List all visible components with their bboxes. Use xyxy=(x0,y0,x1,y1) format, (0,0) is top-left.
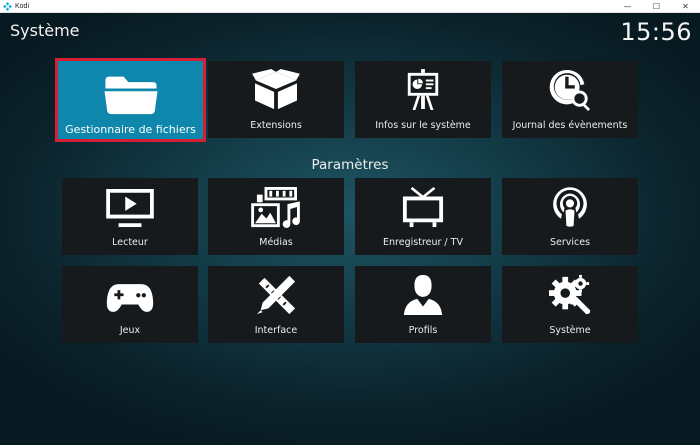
tile-services[interactable]: Services xyxy=(502,178,638,255)
user-icon xyxy=(403,274,443,316)
minimize-button[interactable]: — xyxy=(613,0,642,13)
gears-icon xyxy=(549,274,591,315)
tile-system-info[interactable]: Infos sur le système xyxy=(355,61,491,138)
gamepad-icon xyxy=(106,284,154,312)
media-library-icon xyxy=(251,187,300,228)
tile-system[interactable]: Système xyxy=(502,266,638,343)
settings-section-title: Paramètres xyxy=(311,157,389,173)
tile-extensions[interactable]: Extensions xyxy=(208,61,344,138)
retro-tv-icon xyxy=(402,186,444,228)
kodi-logo-icon xyxy=(3,2,12,11)
tile-label: Enregistreur / TV xyxy=(383,237,463,248)
tile-event-log[interactable]: Journal des évènements xyxy=(502,61,638,138)
close-button[interactable]: ✕ xyxy=(671,0,700,13)
tile-label: Infos sur le système xyxy=(375,120,471,131)
tile-label: Lecteur xyxy=(112,237,148,248)
tile-profiles[interactable]: Profils xyxy=(355,266,491,343)
window-controls: — ☐ ✕ xyxy=(613,0,700,13)
presentation-icon xyxy=(407,69,439,110)
folder-icon xyxy=(104,76,157,115)
tile-interface[interactable]: Interface xyxy=(208,266,344,343)
tile-label: Gestionnaire de fichiers xyxy=(65,123,196,136)
tile-label: Extensions xyxy=(250,120,302,131)
tile-label: Jeux xyxy=(119,325,141,336)
box-icon xyxy=(252,69,300,110)
clock-search-icon xyxy=(549,69,591,111)
window-title: Kodi xyxy=(15,3,30,10)
tile-games[interactable]: Jeux xyxy=(62,266,198,343)
kodi-system-screen: Système 15:56 Gestionnaire de fichiers E… xyxy=(0,13,700,445)
pencil-ruler-icon xyxy=(256,275,296,315)
window-app-label: Kodi xyxy=(3,0,29,13)
window-titlebar: Kodi — ☐ ✕ xyxy=(0,0,700,13)
tile-label: Système xyxy=(549,325,591,336)
tile-label: Journal des évènements xyxy=(512,120,628,131)
tile-file-manager[interactable]: Gestionnaire de fichiers xyxy=(55,58,206,142)
tile-label: Médias xyxy=(259,237,293,248)
tv-play-icon xyxy=(106,188,154,228)
tile-pvr-tv[interactable]: Enregistreur / TV xyxy=(355,178,491,255)
tile-player[interactable]: Lecteur xyxy=(62,178,198,255)
tile-label: Profils xyxy=(408,325,438,336)
podcast-icon xyxy=(553,187,587,227)
clock: 15:56 xyxy=(620,18,692,46)
tile-label: Interface xyxy=(254,325,298,336)
maximize-button[interactable]: ☐ xyxy=(642,0,671,13)
page-title: Système xyxy=(10,21,80,40)
tile-label: Services xyxy=(549,237,591,248)
tile-media[interactable]: Médias xyxy=(208,178,344,255)
